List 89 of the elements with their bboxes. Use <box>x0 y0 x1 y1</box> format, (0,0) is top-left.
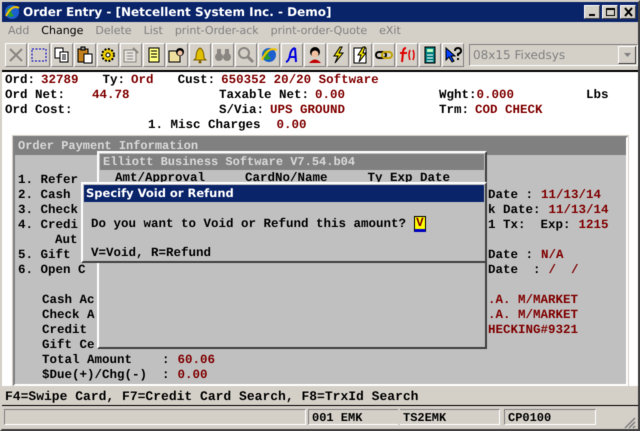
close-icon <box>622 6 634 17</box>
field-label: Date : <box>488 188 534 203</box>
toolbar-button[interactable] <box>281 42 303 67</box>
field-label: 6. Open C <box>18 262 86 278</box>
answer-field[interactable]: V <box>414 216 426 232</box>
toolbar-button[interactable] <box>51 42 73 67</box>
field-label: Taxable Net: <box>219 88 310 103</box>
toolbar-button[interactable] <box>97 42 119 67</box>
field-label: 1. Refer <box>18 172 78 188</box>
field-label: Cash Ac <box>42 292 95 308</box>
field-label: 4. Credi <box>18 218 78 233</box>
field-label: Aut <box>55 232 78 248</box>
toolbar-button[interactable] <box>166 42 188 67</box>
window-title-bar: Elliott Business Software V7.54.b04 <box>100 154 484 170</box>
toolbar-button[interactable] <box>350 42 372 67</box>
window-title: Order Entry - [Netcellent System Inc. - Demo] <box>23 4 332 19</box>
field-label: Ord Cost: <box>5 102 73 118</box>
toolbar-button[interactable] <box>304 42 326 67</box>
status-pane: CP0100 <box>504 409 596 426</box>
toolbar-button[interactable] <box>442 42 464 67</box>
field-label: k Date: <box>488 202 541 218</box>
field-value: UPS GROUND <box>270 102 346 118</box>
field-label: S/Via: <box>219 102 264 118</box>
field-label: 5. Gift <box>18 248 71 263</box>
toolbar-button[interactable] <box>419 42 441 67</box>
field-label: 2. Cash <box>18 188 71 203</box>
field-label: Wght: <box>439 88 477 103</box>
hint-text: V=Void, R=Refund <box>90 244 212 261</box>
field-value: N/A <box>541 248 564 263</box>
field-label: Total Amount : <box>42 352 170 368</box>
field-label: 1. Misc Charges <box>148 118 261 133</box>
field-value: 0.000 <box>476 88 514 103</box>
maximize-button[interactable] <box>602 4 618 19</box>
close-button[interactable] <box>620 4 636 19</box>
field-label: Date : <box>488 262 541 278</box>
dialog-title: Specify Void or Refund <box>84 184 484 202</box>
field-label: Check A <box>42 308 95 323</box>
toolbar-button[interactable] <box>74 42 96 67</box>
field-value: 44.78 <box>92 88 130 103</box>
pointer-help-icon <box>443 44 463 65</box>
maximize-icon <box>604 6 616 17</box>
column-header: Amt/Approval <box>115 170 206 186</box>
magnifier-icon <box>236 44 256 65</box>
field-label: Credit <box>42 322 88 338</box>
status-pane: 001 EMK <box>308 409 398 426</box>
field-label: Cust: <box>178 72 216 88</box>
function-key-hint: F4=Swipe Card, F7=Credit Card Search, F8=TrxId Search <box>2 388 638 406</box>
field-label: Gift Ce <box>42 338 95 353</box>
function-icon <box>397 44 417 65</box>
toolbar-button[interactable] <box>373 42 395 67</box>
field-label: Ty: <box>102 72 126 88</box>
dropdown-arrow-icon <box>624 52 630 57</box>
menu-item[interactable]: Change <box>41 24 84 38</box>
field-label: 3. Check <box>18 202 78 218</box>
field-value: 32789 <box>41 72 79 88</box>
paste-icon <box>75 44 95 65</box>
field-value: 0.00 <box>276 118 307 133</box>
toolbar-button[interactable] <box>28 42 50 67</box>
field-label: 1 Tx: Exp: <box>488 218 571 233</box>
globe-icon <box>4 4 20 20</box>
toolbar-button[interactable] <box>327 42 349 67</box>
field-label: Date : <box>488 248 534 263</box>
resize-grip-icon[interactable] <box>624 417 636 429</box>
bell-icon <box>190 44 210 65</box>
field-value: .A. M/MARKET <box>488 308 578 323</box>
properties-icon <box>121 44 141 65</box>
field-value: COD CHECK <box>475 102 543 118</box>
field-value: 11/13/14 <box>541 188 602 203</box>
field-value: HECKING#9321 <box>488 322 578 338</box>
field-value: 11/13/14 <box>548 202 609 218</box>
field-value: 60.06 <box>178 352 216 368</box>
toolbar-button[interactable] <box>143 42 165 67</box>
field-label: $Due(+)/Chg(-) : <box>42 368 170 383</box>
field-value: 0.00 <box>315 88 346 103</box>
field-label: Lbs <box>586 88 609 103</box>
field-value: .A. M/MARKET <box>488 292 578 308</box>
minimize-icon <box>589 14 595 16</box>
field-label: Ord: <box>5 72 36 88</box>
field-value: 0.00 <box>178 368 208 383</box>
field-value: 650352 20/20 Software <box>221 72 379 88</box>
minimize-button[interactable] <box>584 4 600 19</box>
question-text: Do you want to Void or Refund this amount? <box>91 216 406 232</box>
field-value: 1215 <box>578 218 609 233</box>
field-value: / / <box>548 262 579 278</box>
column-header: CardNo/Name <box>245 170 328 186</box>
field-label: Trm: <box>439 102 470 118</box>
field-value: Ord <box>131 72 154 88</box>
status-pane: TS2EMK <box>400 409 500 426</box>
field-label: Ord Net: <box>5 88 66 103</box>
